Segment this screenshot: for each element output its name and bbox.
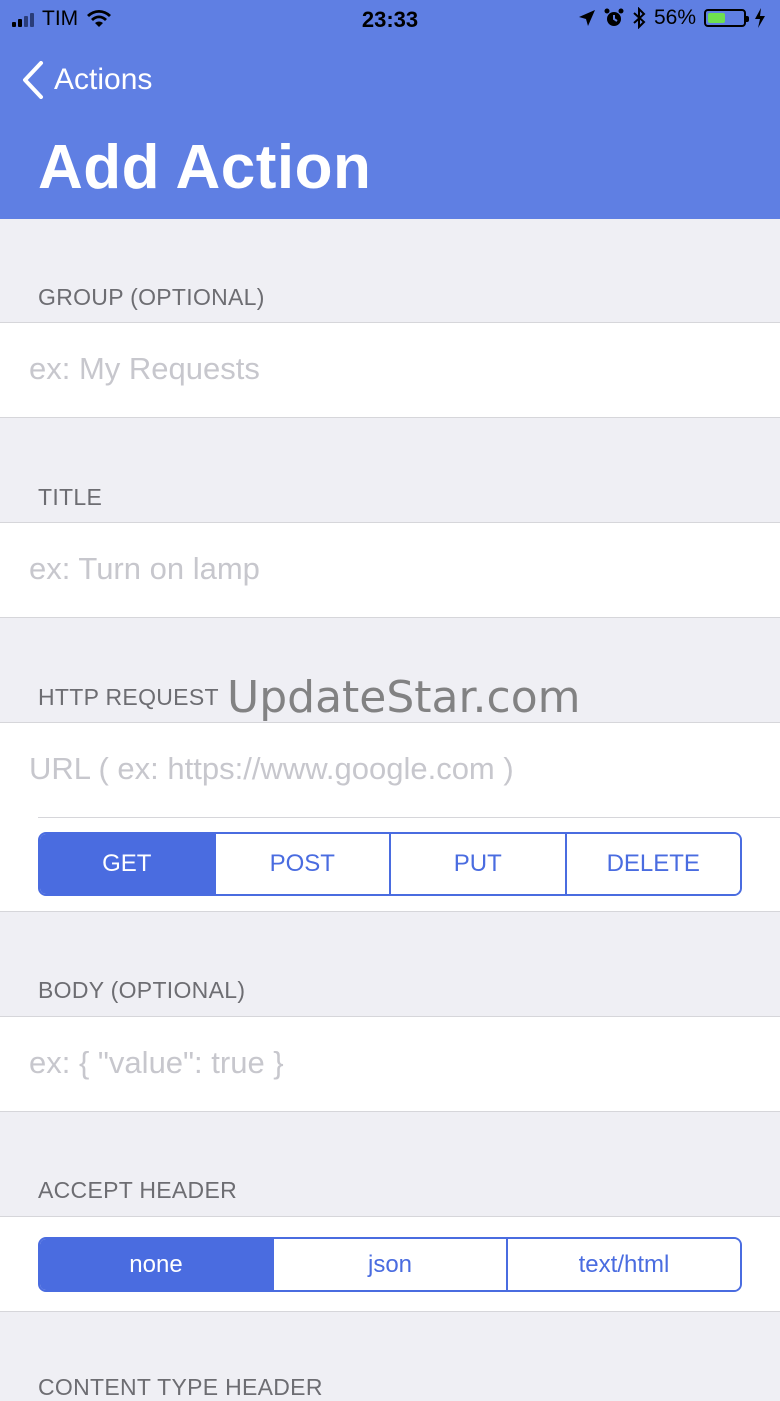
title-section-label: TITLE (38, 484, 103, 510)
http-method-segmented-control: GET POST PUT DELETE (38, 832, 742, 896)
http-request-cell: URL ( ex: https://www.google.com ) GET P… (0, 722, 780, 912)
group-section-label: GROUP (OPTIONAL) (38, 284, 265, 310)
content-type-header-section-label: CONTENT TYPE HEADER (38, 1374, 323, 1400)
battery-percent: 56% (653, 6, 696, 29)
status-bar: TIM 23:33 56% (0, 0, 780, 40)
accept-header-section-label: ACCEPT HEADER (38, 1177, 238, 1203)
accept-header-segmented-control: none json text/html (38, 1237, 742, 1292)
method-get-button[interactable]: GET (40, 834, 214, 894)
title-input[interactable]: ex: Turn on lamp (29, 551, 260, 587)
page-title: Add Action (38, 133, 372, 202)
accept-text-html-button[interactable]: text/html (506, 1239, 740, 1290)
accept-json-button[interactable]: json (272, 1239, 506, 1290)
body-section-label: BODY (OPTIONAL) (38, 977, 246, 1003)
method-delete-button[interactable]: DELETE (564, 834, 740, 894)
url-input[interactable]: URL ( ex: https://www.google.com ) (29, 751, 514, 787)
url-divider (38, 817, 780, 818)
body-input-cell[interactable]: ex: { "value": true } (0, 1016, 780, 1112)
battery-icon (704, 9, 749, 27)
watermark: UpdateStar.com (227, 672, 581, 723)
method-put-button[interactable]: PUT (389, 834, 565, 894)
accept-none-button[interactable]: none (40, 1239, 272, 1290)
bluetooth-icon (633, 7, 646, 29)
charging-bolt-icon (755, 8, 765, 28)
alarm-clock-icon (604, 8, 624, 26)
title-input-cell[interactable]: ex: Turn on lamp (0, 522, 780, 618)
body-input[interactable]: ex: { "value": true } (29, 1045, 284, 1081)
method-post-button[interactable]: POST (213, 834, 389, 894)
group-input-cell[interactable]: ex: My Requests (0, 322, 780, 418)
group-input[interactable]: ex: My Requests (29, 351, 260, 387)
location-arrow-icon (578, 10, 595, 26)
navigation-header: TIM 23:33 56% Actions Add Action (0, 0, 780, 219)
http-request-section-label: HTTP REQUEST (38, 684, 219, 710)
back-button[interactable]: Actions (22, 58, 152, 102)
accept-header-cell: none json text/html (0, 1216, 780, 1312)
back-button-label: Actions (54, 63, 153, 96)
chevron-left-icon (23, 61, 43, 99)
status-right-group: 56% (578, 6, 766, 30)
